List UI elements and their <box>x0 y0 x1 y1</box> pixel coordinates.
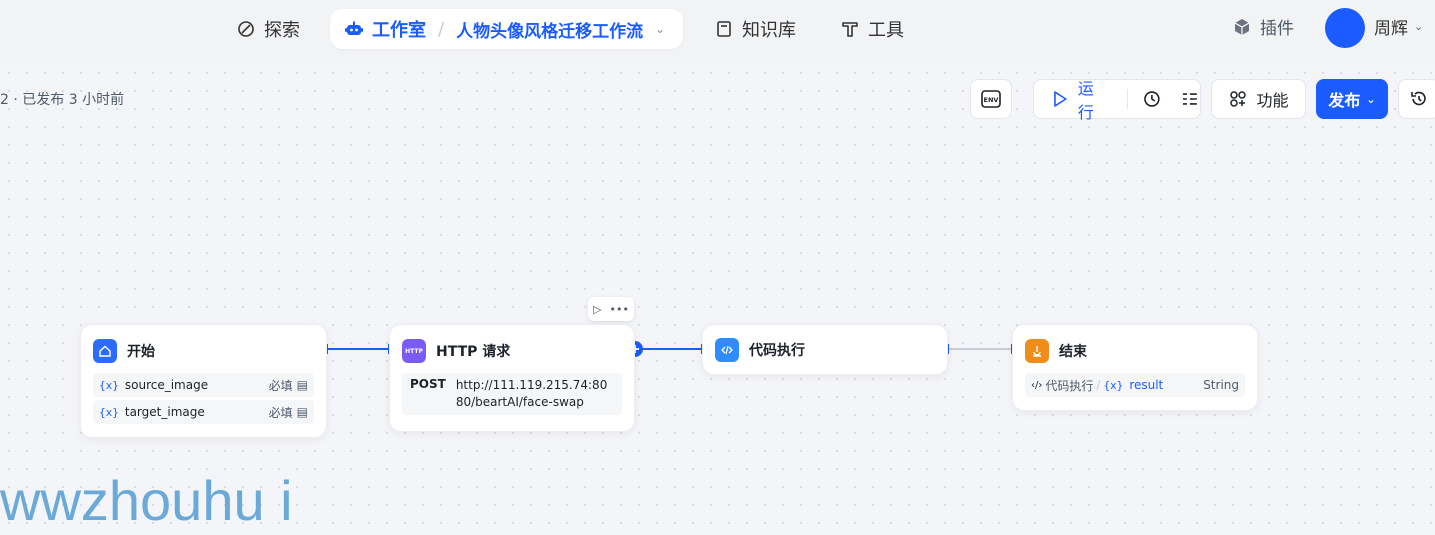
cube-icon <box>1234 18 1250 35</box>
more-icon[interactable]: ••• <box>610 303 629 316</box>
http-url: http://111.119.215.74:8080/beartAI/face-… <box>455 378 608 409</box>
nav-tools[interactable]: 工具 <box>840 10 904 48</box>
output-type: String <box>1203 378 1239 392</box>
chevron-down-icon: ⌄ <box>1414 20 1424 33</box>
workflow-canvas[interactable]: 2 · 已发布 3 小时前 ENV 运行 功能 发布 ⌄ ▷ ••• 开始 {x… <box>0 64 1435 535</box>
nav-explore-label: 探索 <box>264 20 300 41</box>
path-separator: / <box>1096 378 1101 392</box>
variable-icon: {x} <box>99 405 119 419</box>
play-icon[interactable]: ▷ <box>593 303 601 316</box>
document-icon: ▤ <box>296 405 308 419</box>
node-title: HTTP 请求 <box>436 344 511 360</box>
param-row: {x} target_image 必填 ▤ <box>93 400 314 424</box>
param-name: source_image <box>124 378 209 392</box>
http-icon: HTTP <box>402 339 426 363</box>
nav-plugins[interactable]: 插件 <box>1232 14 1294 39</box>
finish-flag-icon <box>1025 339 1049 363</box>
node-title: 结束 <box>1059 344 1087 360</box>
nav-studio-label[interactable]: 工作室 <box>372 16 426 42</box>
output-source: 代码执行 <box>1045 378 1094 393</box>
output-row: ‹/› 代码执行 / {x} result String <box>1025 373 1245 397</box>
chevron-down-icon[interactable]: ⌄ <box>655 22 665 36</box>
workflow-edges <box>326 341 1013 357</box>
top-navigation-bar: 探索 工作室 / 人物头像风格迁移工作流 ⌄ 知识库 工具 插件 周辉 ⌄ <box>0 0 1435 64</box>
code-icon <box>715 338 739 362</box>
user-name: 周辉 <box>1374 19 1408 39</box>
edge-http-code <box>635 344 703 354</box>
user-menu[interactable]: 周辉 ⌄ <box>1374 14 1423 39</box>
workflow-name[interactable]: 人物头像风格迁移工作流 <box>456 17 643 42</box>
node-code-execution[interactable]: 代码执行 <box>702 324 948 375</box>
node-title: 开始 <box>127 344 155 360</box>
breadcrumb-separator: / <box>438 18 445 40</box>
required-tag: 必填 ▤ <box>269 404 308 421</box>
node-start[interactable]: 开始 {x} source_image 必填 ▤ {x} target_image… <box>80 324 327 438</box>
edge-start-http <box>326 344 390 354</box>
output-variable: result <box>1129 378 1164 392</box>
node-title: 代码执行 <box>749 343 805 359</box>
nav-explore[interactable]: 探索 <box>236 10 300 48</box>
variable-icon: {x} <box>99 378 119 392</box>
book-icon <box>717 21 731 37</box>
node-end[interactable]: 结束 ‹/› 代码执行 / {x} result String <box>1012 324 1258 411</box>
required-label: 必填 <box>268 378 293 393</box>
nav-knowledge[interactable]: 知识库 <box>714 10 796 48</box>
nav-knowledge-label: 知识库 <box>742 20 796 41</box>
avatar[interactable] <box>1325 8 1365 48</box>
node-http-request[interactable]: HTTP HTTP 请求 POST http://111.119.215.74:… <box>389 324 635 432</box>
http-method: POST <box>410 377 446 391</box>
home-icon <box>93 339 117 363</box>
document-icon: ▤ <box>296 378 308 392</box>
nav-studio-breadcrumb[interactable]: 工作室 / 人物头像风格迁移工作流 ⌄ <box>330 9 683 49</box>
hammer-icon <box>842 22 858 37</box>
watermark: wwzhouhu i <box>0 469 293 532</box>
required-tag: 必填 ▤ <box>269 377 308 394</box>
robot-icon <box>345 21 363 35</box>
param-name: target_image <box>124 405 205 419</box>
edge-code-end <box>947 344 1013 354</box>
explore-icon <box>238 21 254 37</box>
param-row: {x} source_image 必填 ▤ <box>93 373 314 397</box>
http-config: POST http://111.119.215.74:8080/beartAI/… <box>402 373 622 415</box>
nav-plugins-label: 插件 <box>1260 19 1294 39</box>
nav-tools-label: 工具 <box>868 20 904 41</box>
variable-icon: {x} <box>1103 378 1124 392</box>
code-icon: ‹/› <box>1031 379 1043 391</box>
required-label: 必填 <box>268 405 293 420</box>
node-toolbar: ▷ ••• <box>588 297 634 321</box>
